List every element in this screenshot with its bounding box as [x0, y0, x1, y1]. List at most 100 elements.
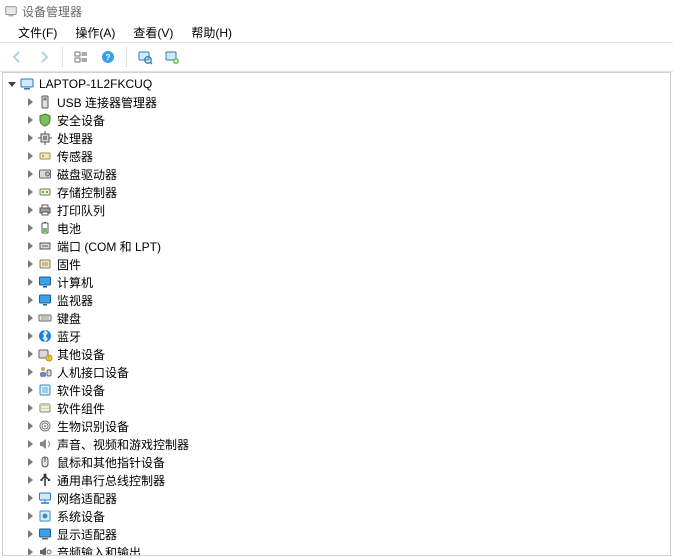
tree-category-label: 通用串行总线控制器: [55, 472, 165, 489]
expand-toggle-icon[interactable]: [23, 437, 37, 451]
security-icon: [37, 112, 53, 128]
expand-toggle-icon[interactable]: [23, 455, 37, 469]
network-icon: [37, 490, 53, 506]
tree-category[interactable]: 监视器: [3, 291, 670, 309]
expand-toggle-icon[interactable]: [23, 473, 37, 487]
usb-icon: [37, 94, 53, 110]
expand-toggle-icon[interactable]: [23, 149, 37, 163]
tree-category-label: 存储控制器: [55, 184, 117, 201]
expand-toggle-icon[interactable]: [23, 167, 37, 181]
menu-action[interactable]: 操作(A): [67, 23, 123, 42]
tree-category[interactable]: 网络适配器: [3, 489, 670, 507]
tree-category[interactable]: 其他设备: [3, 345, 670, 363]
tree-category[interactable]: 系统设备: [3, 507, 670, 525]
tree-category[interactable]: 蓝牙: [3, 327, 670, 345]
usbctrl-icon: [37, 472, 53, 488]
tree-category-label: 鼠标和其他指针设备: [55, 454, 165, 471]
tree-category[interactable]: 鼠标和其他指针设备: [3, 453, 670, 471]
biometric-icon: [37, 418, 53, 434]
tree-category-label: 显示适配器: [55, 526, 117, 543]
tree-category-label: 电池: [55, 220, 81, 237]
tree-category[interactable]: 传感器: [3, 147, 670, 165]
audio-icon: [37, 544, 53, 556]
soft-icon: [37, 382, 53, 398]
softcomponent-icon: [37, 400, 53, 416]
tree-category[interactable]: 端口 (COM 和 LPT): [3, 237, 670, 255]
expand-toggle-icon[interactable]: [23, 275, 37, 289]
separator: [126, 47, 127, 67]
expand-toggle-icon[interactable]: [23, 239, 37, 253]
tree-category[interactable]: 键盘: [3, 309, 670, 327]
other-icon: [37, 346, 53, 362]
expand-toggle-icon[interactable]: [23, 293, 37, 307]
tree-category[interactable]: 声音、视频和游戏控制器: [3, 435, 670, 453]
mouse-icon: [37, 454, 53, 470]
expand-toggle-icon[interactable]: [23, 347, 37, 361]
expand-toggle-icon[interactable]: [23, 95, 37, 109]
expand-toggle-icon[interactable]: [23, 311, 37, 325]
add-legacy-hardware-button[interactable]: [159, 44, 185, 70]
tree-category-label: USB 连接器管理器: [55, 94, 157, 111]
expand-toggle-icon[interactable]: [23, 383, 37, 397]
tree-category[interactable]: 软件设备: [3, 381, 670, 399]
tree-category[interactable]: 计算机: [3, 273, 670, 291]
expand-toggle-icon[interactable]: [23, 401, 37, 415]
tree-root[interactable]: LAPTOP-1L2FKCUQ: [3, 75, 670, 93]
system-icon: [37, 508, 53, 524]
expand-toggle-icon[interactable]: [23, 131, 37, 145]
computer-icon: [19, 76, 35, 92]
tree-category[interactable]: USB 连接器管理器: [3, 93, 670, 111]
show-hide-console-button[interactable]: [68, 44, 94, 70]
tree-category[interactable]: 软件组件: [3, 399, 670, 417]
help-button[interactable]: [95, 44, 121, 70]
tree-category[interactable]: 生物识别设备: [3, 417, 670, 435]
menu-view[interactable]: 查看(V): [125, 23, 181, 42]
expand-toggle-icon[interactable]: [23, 221, 37, 235]
storage-icon: [37, 184, 53, 200]
app-icon: [4, 4, 18, 18]
expand-toggle-icon[interactable]: [23, 203, 37, 217]
device-tree[interactable]: LAPTOP-1L2FKCUQUSB 连接器管理器安全设备处理器传感器磁盘驱动器…: [3, 73, 670, 556]
expand-toggle-icon[interactable]: [23, 329, 37, 343]
expand-toggle-icon[interactable]: [23, 491, 37, 505]
expand-toggle-icon[interactable]: [23, 185, 37, 199]
tree-category-label: 磁盘驱动器: [55, 166, 117, 183]
tree-category[interactable]: 固件: [3, 255, 670, 273]
tree-category[interactable]: 电池: [3, 219, 670, 237]
tree-category-label: 网络适配器: [55, 490, 117, 507]
menu-file[interactable]: 文件(F): [10, 23, 65, 42]
scan-hardware-button[interactable]: [132, 44, 158, 70]
titlebar: 设备管理器: [0, 0, 673, 22]
tree-category[interactable]: 显示适配器: [3, 525, 670, 543]
monitor-icon: [37, 274, 53, 290]
expand-toggle-icon[interactable]: [23, 113, 37, 127]
menu-help[interactable]: 帮助(H): [183, 23, 240, 42]
tree-category[interactable]: 存储控制器: [3, 183, 670, 201]
expand-toggle-icon[interactable]: [23, 419, 37, 433]
tree-category[interactable]: 磁盘驱动器: [3, 165, 670, 183]
tree-category[interactable]: 安全设备: [3, 111, 670, 129]
expand-toggle-icon[interactable]: [23, 527, 37, 541]
bluetooth-icon: [37, 328, 53, 344]
tree-category-label: 监视器: [55, 292, 93, 309]
battery-icon: [37, 220, 53, 236]
menubar: 文件(F) 操作(A) 查看(V) 帮助(H): [0, 22, 673, 42]
tree-category-label: 生物识别设备: [55, 418, 129, 435]
tree-category[interactable]: 处理器: [3, 129, 670, 147]
expand-toggle-icon[interactable]: [5, 77, 19, 91]
expand-toggle-icon[interactable]: [23, 545, 37, 556]
tree-category-label: 人机接口设备: [55, 364, 129, 381]
expand-toggle-icon[interactable]: [23, 365, 37, 379]
tree-category[interactable]: 音频输入和输出: [3, 543, 670, 556]
tree-category-label: 软件设备: [55, 382, 105, 399]
tree-category-label: 软件组件: [55, 400, 105, 417]
tree-category[interactable]: 通用串行总线控制器: [3, 471, 670, 489]
display-icon: [37, 526, 53, 542]
tree-category[interactable]: 人机接口设备: [3, 363, 670, 381]
device-manager-window: 设备管理器 文件(F) 操作(A) 查看(V) 帮助(H) LAPTOP-1L2…: [0, 0, 673, 558]
tree-category-label: 其他设备: [55, 346, 105, 363]
expand-toggle-icon[interactable]: [23, 509, 37, 523]
tree-category[interactable]: 打印队列: [3, 201, 670, 219]
expand-toggle-icon[interactable]: [23, 257, 37, 271]
keyboard-icon: [37, 310, 53, 326]
